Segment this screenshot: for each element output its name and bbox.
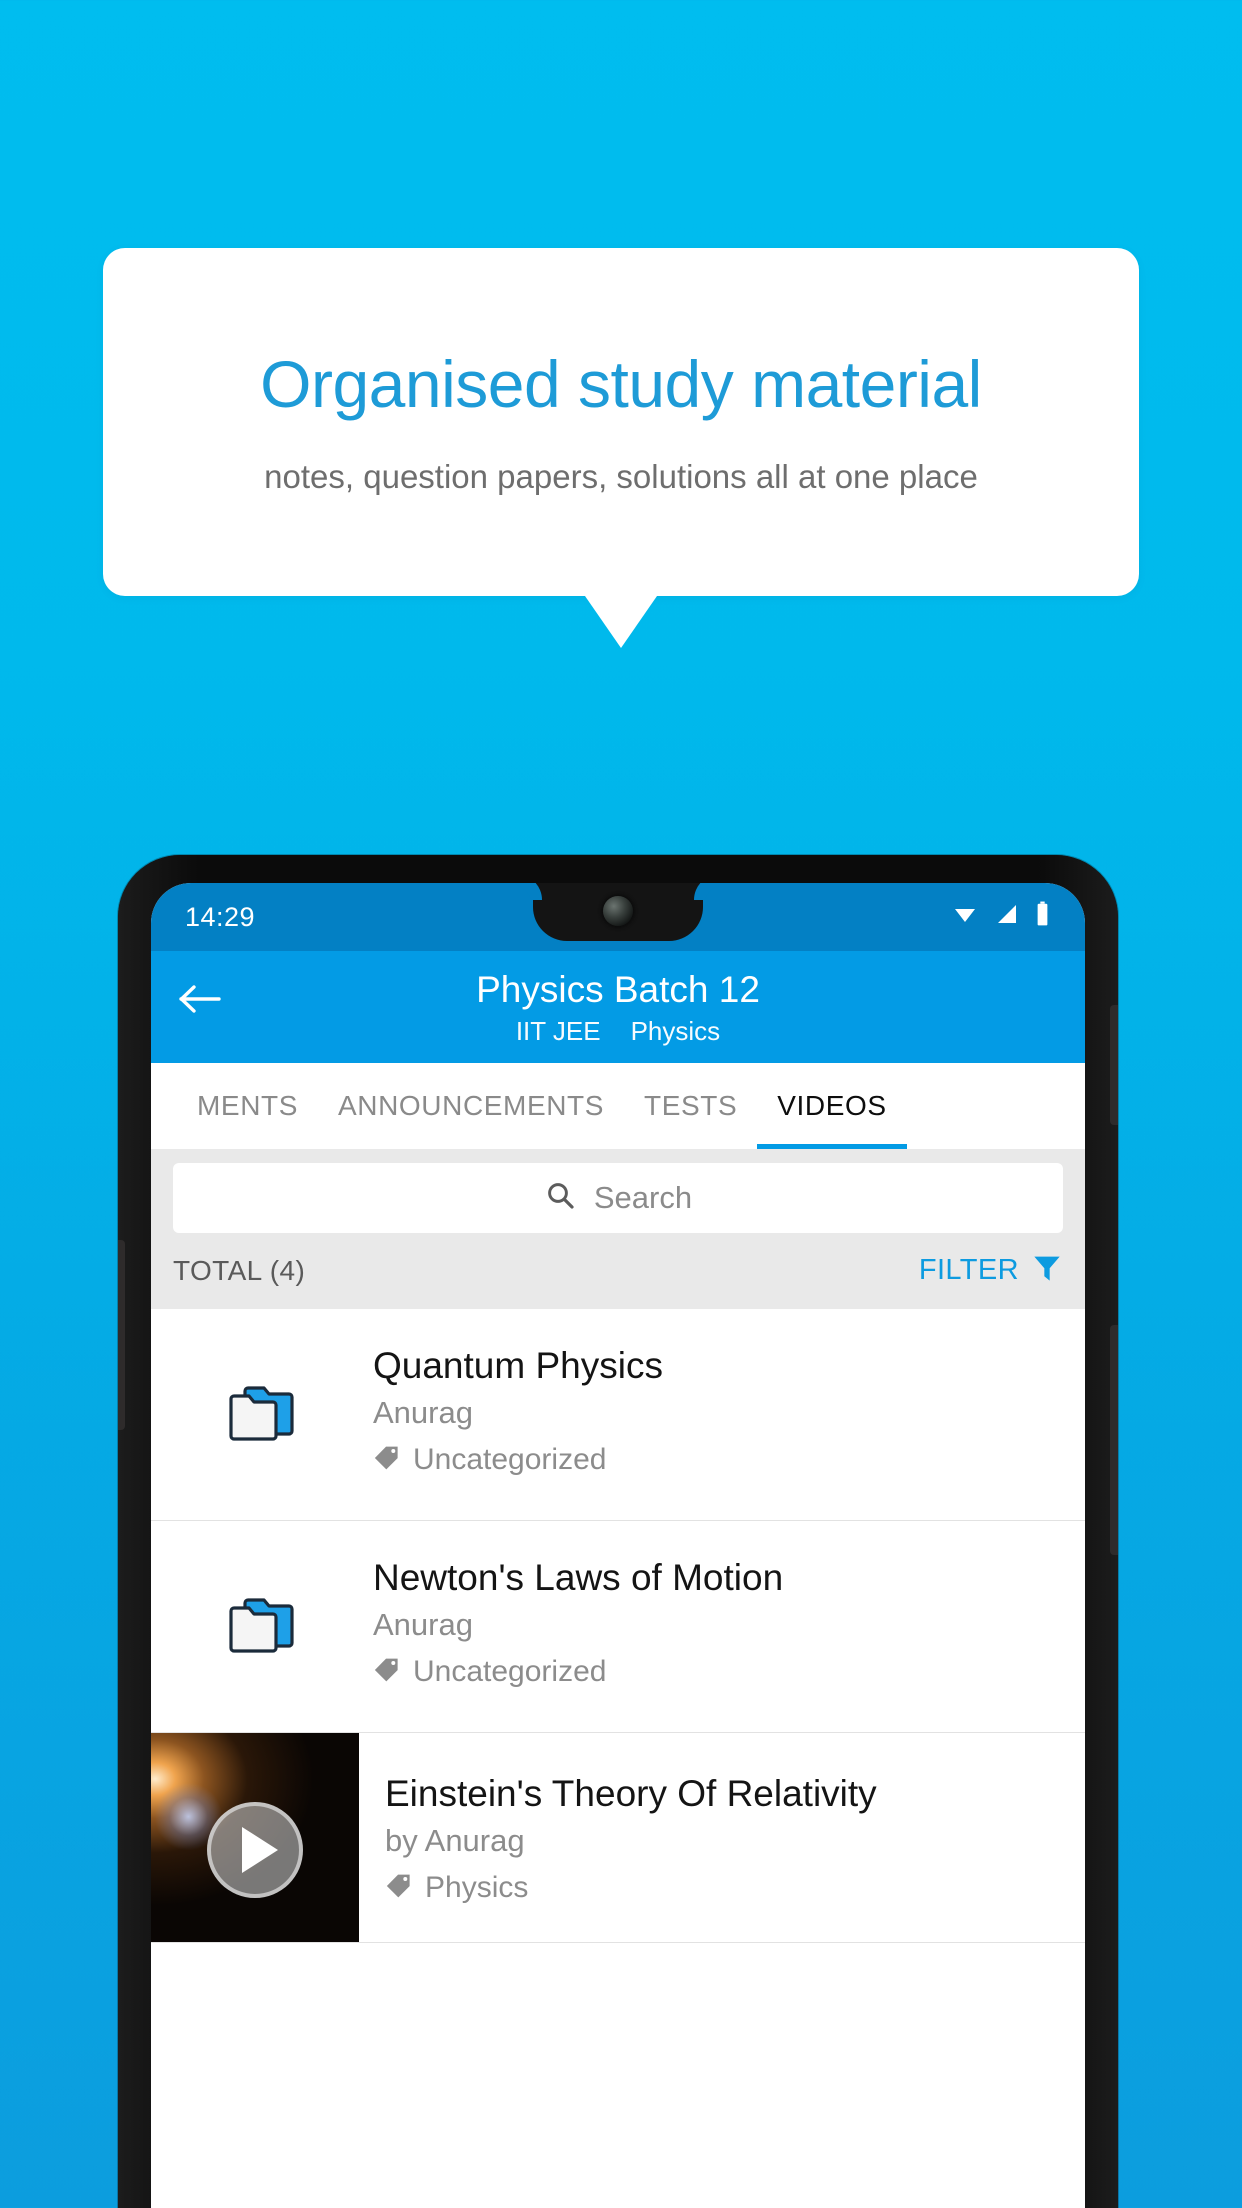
row-text-cell: Einstein's Theory Of Relativity by Anura… [359, 1733, 1085, 1942]
phone-left-button[interactable] [118, 1240, 125, 1430]
status-icons [950, 901, 1051, 934]
breadcrumb-exam: IIT JEE [515, 1015, 601, 1046]
tag-icon [385, 1872, 413, 1905]
page-title: Physics Batch 12 [476, 969, 760, 1010]
phone-power-button[interactable] [1110, 1325, 1118, 1555]
app-bar: Physics Batch 12 IIT JEE Physics [151, 951, 1085, 1063]
promo-title: Organised study material [260, 346, 982, 421]
filter-label: FILTER [918, 1254, 1019, 1287]
row-author: by Anurag [385, 1823, 525, 1859]
video-list: Quantum Physics Anurag Uncategorized New… [151, 1308, 1085, 1943]
phone-device: 14:29 Physics Batch 12 IIT JEE Physics M… [118, 855, 1118, 2208]
total-count-label: TOTAL (4) [173, 1254, 306, 1286]
phone-volume-button[interactable] [1110, 1005, 1118, 1125]
row-tag-label: Physics [425, 1871, 529, 1905]
back-arrow-icon[interactable] [177, 975, 225, 1023]
breadcrumb-subject: Physics [630, 1015, 721, 1046]
row-icon-cell [151, 1309, 373, 1520]
row-text-cell: Newton's Laws of Motion Anurag Uncategor… [373, 1521, 1085, 1720]
phone-screen: 14:29 Physics Batch 12 IIT JEE Physics M… [151, 883, 1085, 2208]
promo-card: Organised study material notes, question… [103, 248, 1139, 596]
row-icon-cell [151, 1521, 373, 1732]
status-bar: 14:29 [151, 883, 1085, 951]
row-text-cell: Quantum Physics Anurag Uncategorized [373, 1309, 1085, 1508]
tab-tests[interactable]: TESTS [624, 1063, 757, 1149]
filter-button[interactable]: FILTER [919, 1252, 1063, 1289]
search-zone: Search [151, 1148, 1085, 1233]
promo-bubble-tail [585, 596, 657, 648]
row-tag: Uncategorized [373, 1443, 1065, 1477]
promo-subtitle: notes, question papers, solutions all at… [264, 458, 978, 496]
tab-announcements[interactable]: ANNOUNCEMENTS [318, 1063, 624, 1149]
breadcrumb: IIT JEE Physics [151, 1016, 1085, 1047]
front-camera-icon [603, 896, 633, 926]
row-author: Anurag [373, 1607, 473, 1643]
search-placeholder: Search [593, 1179, 693, 1215]
filter-funnel-icon [1031, 1252, 1063, 1289]
folder-stack-icon [226, 1378, 298, 1451]
tab-videos[interactable]: VIDEOS [757, 1063, 908, 1149]
tag-icon [373, 1656, 401, 1689]
row-title: Einstein's Theory Of Relativity [385, 1772, 877, 1814]
row-tag-label: Uncategorized [413, 1655, 607, 1689]
search-input[interactable]: Search [173, 1162, 1063, 1233]
table-row[interactable]: Einstein's Theory Of Relativity by Anura… [151, 1732, 1085, 1943]
battery-icon [1034, 901, 1051, 934]
row-tag-label: Uncategorized [413, 1443, 607, 1477]
cell-signal-icon [994, 902, 1020, 933]
phone-notch [533, 883, 703, 941]
list-header: TOTAL (4) FILTER [151, 1232, 1085, 1309]
folder-stack-icon [226, 1590, 298, 1663]
row-title: Quantum Physics [373, 1344, 663, 1386]
row-tag: Uncategorized [373, 1655, 1065, 1689]
play-icon[interactable] [207, 1801, 303, 1898]
wifi-icon [950, 902, 980, 933]
row-title: Newton's Laws of Motion [373, 1556, 784, 1598]
table-row[interactable]: Quantum Physics Anurag Uncategorized [151, 1308, 1085, 1521]
search-icon [544, 1179, 576, 1216]
tab-assignments[interactable]: MENTS [177, 1063, 318, 1149]
tab-bar: MENTS ANNOUNCEMENTS TESTS VIDEOS [151, 1062, 1085, 1149]
table-row[interactable]: Newton's Laws of Motion Anurag Uncategor… [151, 1520, 1085, 1733]
row-tag: Physics [385, 1871, 1071, 1905]
row-author: Anurag [373, 1395, 473, 1431]
status-time: 14:29 [185, 901, 256, 932]
video-thumbnail[interactable] [151, 1732, 359, 1942]
tag-icon [373, 1444, 401, 1477]
